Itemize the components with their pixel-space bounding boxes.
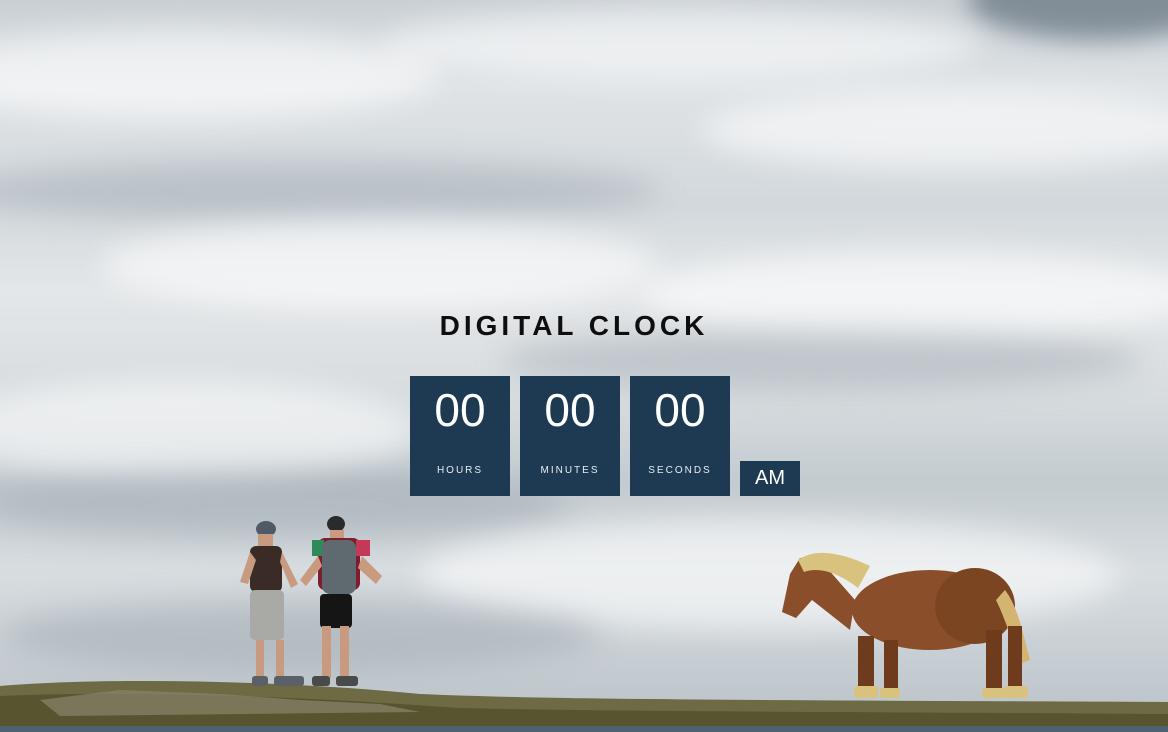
hours-tile: 00 HOURS — [410, 376, 510, 496]
minutes-label: MINUTES — [540, 465, 600, 476]
seconds-label: SECONDS — [648, 465, 712, 476]
hours-value: 00 — [434, 384, 486, 436]
hiker-left — [240, 521, 304, 686]
seconds-tile: 00 SECONDS — [630, 376, 730, 496]
bottom-edge — [0, 726, 1168, 732]
horse — [782, 552, 1030, 698]
minutes-value: 00 — [544, 384, 596, 436]
hilltop-illustration — [0, 516, 1168, 732]
minutes-tile: 00 MINUTES — [520, 376, 620, 496]
clock-title: DIGITAL CLOCK — [439, 310, 709, 341]
ampm-indicator: AM — [740, 461, 800, 496]
background-scene — [0, 0, 1168, 732]
hours-label: HOURS — [436, 465, 484, 476]
seconds-value: 00 — [654, 384, 706, 436]
hiker-right — [300, 516, 382, 686]
clock-display: 00 HOURS 00 MINUTES 00 SECONDS AM — [410, 376, 810, 496]
